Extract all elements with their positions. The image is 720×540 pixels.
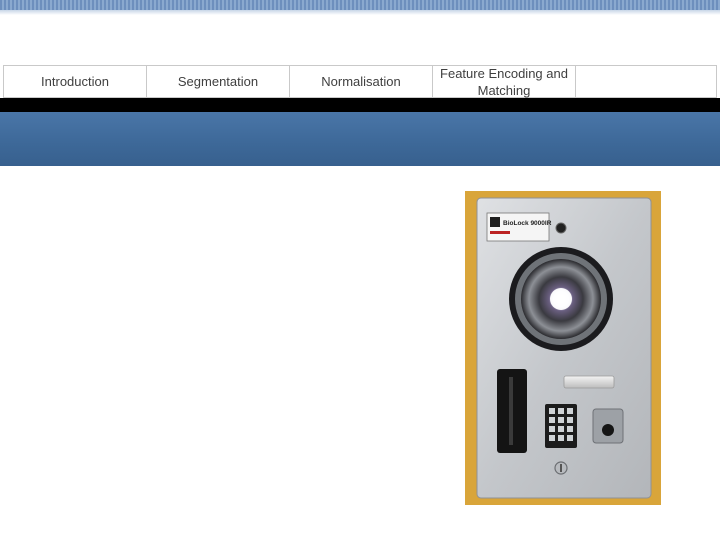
top-decorative-band [0, 0, 720, 10]
indicator-strip [563, 375, 615, 389]
tab-normalisation[interactable]: Normalisation [290, 66, 433, 97]
title-banner [0, 112, 720, 166]
camera-icon [555, 222, 567, 234]
black-divider-bar [0, 98, 720, 112]
tab-segmentation[interactable]: Segmentation [147, 66, 290, 97]
brand-text: BioLock 9000IR [503, 220, 552, 227]
card-slot [509, 377, 513, 445]
iris-scanner-device-image: BioLock 9000IR [465, 191, 661, 505]
brand-logo-icon [490, 217, 500, 227]
tab-feature-encoding[interactable]: Feature Encoding and Matching [433, 66, 576, 98]
tab-introduction[interactable]: Introduction [4, 66, 147, 97]
lens-light [550, 288, 572, 310]
section-nav: Introduction Segmentation Normalisation … [3, 65, 717, 98]
tab-empty[interactable] [576, 66, 716, 97]
lock-icon [602, 424, 614, 436]
brand-stripe [490, 231, 510, 234]
key-switch-slot [560, 464, 562, 472]
iris-scanner-illustration: BioLock 9000IR [465, 191, 661, 505]
top-band-shadow [0, 10, 720, 15]
